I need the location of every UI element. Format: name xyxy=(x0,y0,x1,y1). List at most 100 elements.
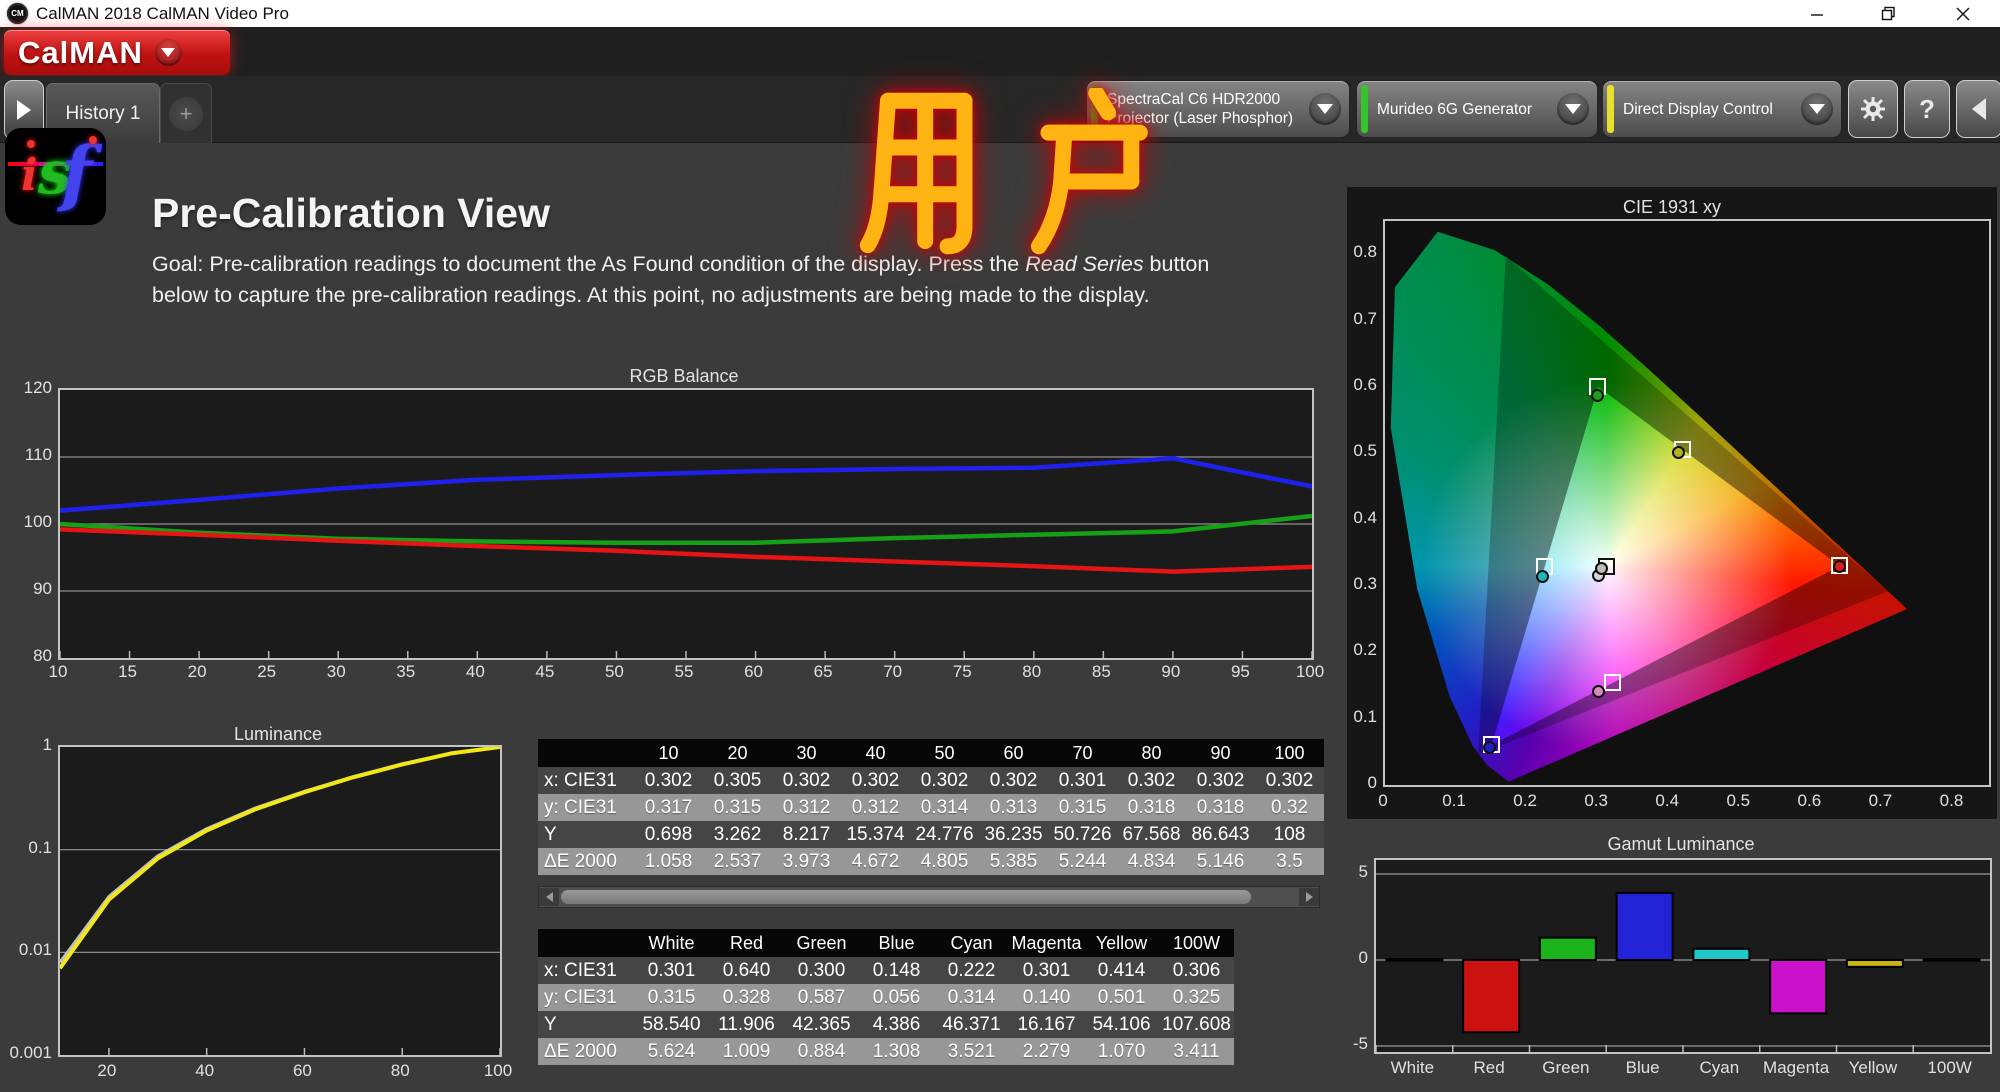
page-title: Pre-Calibration View xyxy=(152,190,550,236)
brand-row xyxy=(0,27,2000,97)
meter-dropdown-arrow[interactable] xyxy=(1309,93,1341,125)
measured-point-magenta xyxy=(1591,685,1605,699)
table-cell: 0.301 xyxy=(1058,769,1107,791)
axis-tick-label: 40 xyxy=(195,1061,215,1080)
axis-tick-label: 0.4 xyxy=(1655,791,1680,810)
axis-tick-label: 0.4 xyxy=(1353,507,1377,527)
generator-dropdown[interactable]: Murideo 6G Generator xyxy=(1356,80,1598,138)
table-cell: 0.640 xyxy=(722,959,771,981)
series-line-red xyxy=(60,527,1312,574)
category-label: Cyan xyxy=(1699,1058,1740,1077)
play-icon xyxy=(17,100,31,120)
settings-button[interactable] xyxy=(1848,80,1898,138)
grayscale-table: 10 20 30 40 50 60 70 80 90 100 x: CIE31 0.302 0.305 0… xyxy=(538,739,1324,875)
minimize-button[interactable] xyxy=(1794,0,1840,27)
collapse-panel-button[interactable] xyxy=(1956,80,2000,138)
calman-menu-dropdown[interactable] xyxy=(154,39,182,66)
display-control-dropdown-arrow[interactable] xyxy=(1801,93,1833,125)
axis-tick-label: 0.01 xyxy=(18,940,52,960)
table-header-cell: 60 xyxy=(1003,742,1024,763)
table-cell: 16.167 xyxy=(1017,1013,1076,1035)
axis-tick-label: 0.2 xyxy=(1513,791,1537,810)
restore-button[interactable] xyxy=(1865,0,1911,27)
axis-tick-label: 45 xyxy=(535,662,555,681)
table-cell: 4.386 xyxy=(872,1013,921,1035)
help-button[interactable]: ? xyxy=(1904,80,1950,138)
close-button[interactable] xyxy=(1940,0,1986,27)
table-cell: 0.314 xyxy=(920,796,969,818)
table-cell: 0.313 xyxy=(989,796,1038,818)
table-cell: 0.314 xyxy=(947,986,996,1008)
bar-white xyxy=(1385,958,1444,962)
axis-tick-label: 0.1 xyxy=(1353,706,1377,726)
table-row: y: CIE31 0.317 0.315 0.312 0.312 0.314 0.313 0.… xyxy=(538,794,1324,821)
table-cell: 0.315 xyxy=(713,796,762,818)
axis-tick-label: 120 xyxy=(23,378,52,397)
axis-tick-label: 110 xyxy=(24,445,52,464)
table-cell: 4.805 xyxy=(920,850,969,872)
table-cell: 4.672 xyxy=(851,850,900,872)
luminance-chart xyxy=(58,745,502,1057)
table-cell: 5.146 xyxy=(1196,850,1245,872)
watermark-char-yong xyxy=(859,92,973,255)
gamut-luminance-chart xyxy=(1374,858,1992,1054)
table-header-cell: 70 xyxy=(1072,742,1093,763)
table-horizontal-scrollbar[interactable] xyxy=(538,886,1320,908)
table-row: Y 58.540 11.906 42.365 4.386 46.371 16.167 54.1… xyxy=(538,1011,1234,1038)
axis-tick-label: 90 xyxy=(33,579,52,598)
axis-tick-label: 0.6 xyxy=(1797,791,1822,810)
table-corner-cell xyxy=(538,739,634,767)
category-label: 100W xyxy=(1927,1058,1972,1077)
axis-tick-label: 0.6 xyxy=(1353,374,1377,394)
table-header-cell: 10 xyxy=(658,742,679,763)
scroll-left-button[interactable] xyxy=(539,888,559,906)
axis-tick-label: 15 xyxy=(118,662,138,681)
table-cell: 50.726 xyxy=(1053,823,1112,845)
plus-icon: + xyxy=(169,96,203,131)
axis-tick-label: 0 xyxy=(1358,948,1368,967)
table-cell: 0.414 xyxy=(1097,959,1146,981)
table-header-cell: Blue xyxy=(878,932,915,953)
axis-tick-label: 20 xyxy=(187,662,207,681)
table-cell: 0.300 xyxy=(797,959,846,981)
scroll-right-button[interactable] xyxy=(1299,888,1319,906)
axis-tick-label: 65 xyxy=(813,662,833,681)
bar-red xyxy=(1462,959,1521,1034)
axis-tick-label: 80 xyxy=(390,1061,410,1080)
gamut-luminance-title: Gamut Luminance xyxy=(1607,834,1755,854)
axis-tick-label: 20 xyxy=(97,1061,117,1080)
cie-1931-panel: CIE 1931 xy 0 0.1 0.2 0.3 0.4 0.5 0.6 0.7 0.8 0 0.… xyxy=(1346,186,1998,820)
table-cell: 5.624 xyxy=(647,1040,696,1062)
add-tab-button[interactable]: + xyxy=(160,83,212,143)
generator-dropdown-arrow[interactable] xyxy=(1557,93,1589,125)
table-cell: 3.411 xyxy=(1173,1040,1220,1062)
table-row-label: ΔE 2000 xyxy=(544,850,617,872)
bar-100w xyxy=(1922,958,1981,962)
table-cell: 0.501 xyxy=(1097,986,1146,1008)
table-cell: 108 xyxy=(1273,823,1306,845)
bar-magenta xyxy=(1769,959,1828,1015)
table-cell: 0.32 xyxy=(1271,796,1308,818)
axis-tick-label: 0.3 xyxy=(1584,791,1608,810)
calman-menu-button[interactable]: CalMAN xyxy=(4,30,230,75)
table-cell: 1.058 xyxy=(644,850,693,872)
table-cell: 54.106 xyxy=(1092,1013,1151,1035)
axis-tick-label: 95 xyxy=(1230,662,1250,681)
category-label: Magenta xyxy=(1763,1058,1830,1077)
display-control-dropdown[interactable]: Direct Display Control xyxy=(1602,80,1842,138)
table-cell: 0.315 xyxy=(647,986,696,1008)
table-cell: 0.312 xyxy=(851,796,900,818)
table-header-cell: 50 xyxy=(934,742,955,763)
bar-cyan xyxy=(1692,947,1751,961)
table-header-cell: 30 xyxy=(796,742,817,763)
axis-tick-label: 35 xyxy=(396,662,416,681)
scrollbar-thumb[interactable] xyxy=(561,890,1251,904)
axis-tick-label: 30 xyxy=(326,662,346,681)
table-cell: 0.302 xyxy=(920,769,969,791)
measured-point-cyan xyxy=(1535,569,1549,583)
table-row: x: CIE31 0.302 0.305 0.302 0.302 0.302 0.302 0.… xyxy=(538,767,1324,794)
axis-tick-label: 85 xyxy=(1091,662,1111,681)
bar-yellow xyxy=(1845,959,1904,968)
table-header-cell: 20 xyxy=(727,742,748,763)
axis-tick-label: 0.8 xyxy=(1939,791,1964,810)
